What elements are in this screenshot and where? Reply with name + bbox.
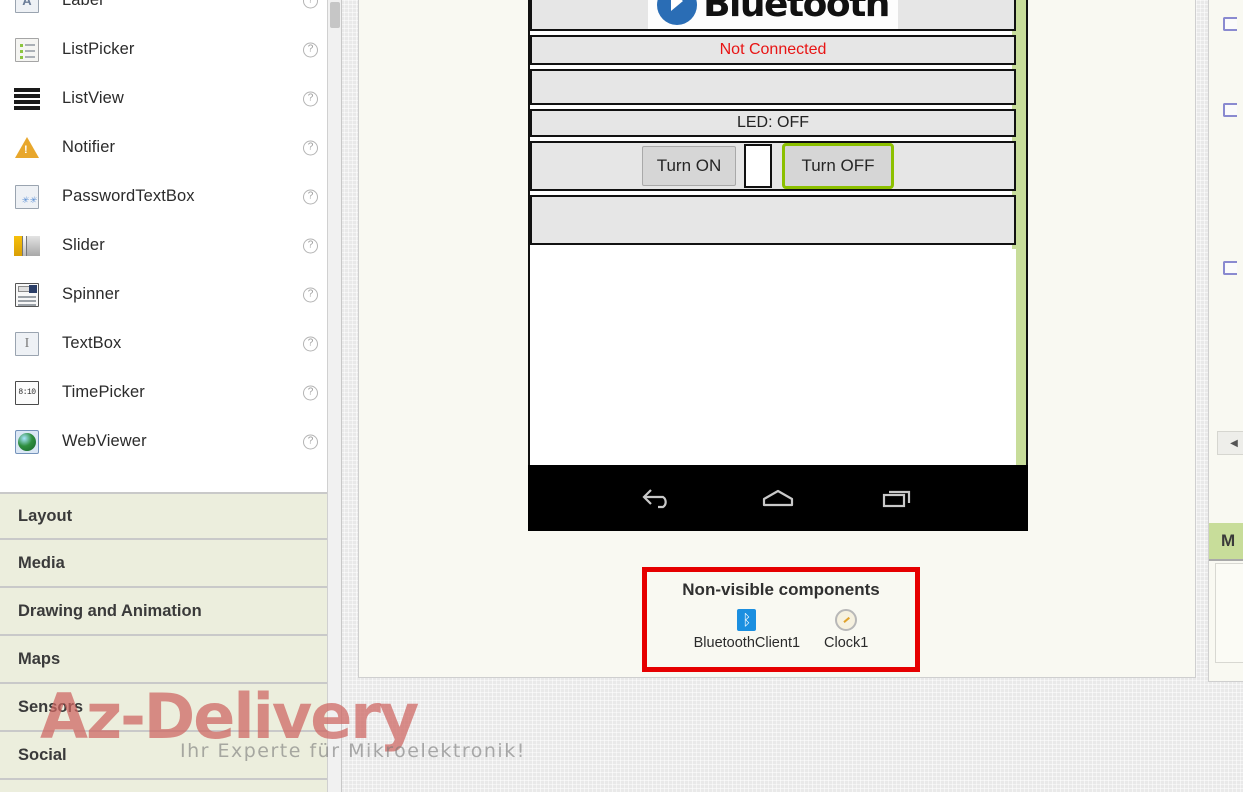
led-status-label[interactable]: LED: OFF <box>530 109 1016 137</box>
component-visibility-checkbox-2[interactable] <box>1223 103 1237 117</box>
palette-item-label-text: Notifier <box>62 138 116 156</box>
help-icon[interactable]: ? <box>303 140 318 155</box>
palette-item-listpicker[interactable]: ListPicker ? <box>0 25 341 74</box>
passwordtextbox-icon: ✳ ✳ <box>14 184 40 210</box>
palette-item-passwordtextbox[interactable]: ✳ ✳ PasswordTextBox ? <box>0 172 341 221</box>
palette-item-label-text: Label <box>62 0 103 9</box>
help-icon[interactable]: ? <box>303 434 318 449</box>
palette-item-label-text: PasswordTextBox <box>62 187 195 205</box>
help-icon[interactable]: ? <box>303 238 318 253</box>
non-visible-items: ᛒ BluetoothClient1 Clock1 <box>647 608 915 651</box>
non-visible-item-label: BluetoothClient1 <box>693 635 801 651</box>
palette-category-media[interactable]: Media <box>0 540 341 588</box>
non-visible-item-clock1[interactable]: Clock1 <box>824 608 868 651</box>
turn-on-button[interactable]: Turn ON <box>642 146 736 186</box>
bluetooth-logo-icon <box>657 0 698 25</box>
palette-item-label-text: WebViewer <box>62 432 147 450</box>
blank-label-2[interactable] <box>530 195 1016 245</box>
image-row[interactable]: Bluetooth <box>530 0 1016 31</box>
palette-item-spinner[interactable]: Spinner ? <box>0 270 341 319</box>
help-icon[interactable]: ? <box>303 336 318 351</box>
turn-off-button[interactable]: Turn OFF <box>782 143 894 189</box>
help-icon[interactable]: ? <box>303 385 318 400</box>
label-icon: A <box>14 0 40 14</box>
button-row-arrangement[interactable]: Turn ON Turn OFF <box>530 141 1016 191</box>
components-panel: ◀ M <box>1208 0 1243 682</box>
android-navigation-bar <box>528 465 1028 531</box>
bluetooth-icon: ᛒ <box>694 608 800 632</box>
palette-item-label-text: Slider <box>62 236 105 254</box>
clock-icon <box>824 608 868 632</box>
textbox-icon: I <box>14 331 40 357</box>
component-visibility-checkbox-3[interactable] <box>1223 261 1237 275</box>
viewer-panel: Bluetooth Not Connected LED: OFF Turn ON… <box>358 0 1196 678</box>
palette-item-timepicker[interactable]: 8:10 TimePicker ? <box>0 368 341 417</box>
home-icon[interactable] <box>760 486 796 510</box>
palette-component-list: A Label ? ListPicker ? ListView ? ! Noti… <box>0 0 341 792</box>
media-panel-list <box>1215 563 1243 663</box>
palette-panel: A Label ? ListPicker ? ListView ? ! Noti… <box>0 0 342 792</box>
help-icon[interactable]: ? <box>303 42 318 57</box>
app-root: A Label ? ListPicker ? ListView ? ! Noti… <box>0 0 1243 792</box>
empty-canvas-area[interactable] <box>530 249 1016 465</box>
non-visible-components-box: Non-visible components ᛒ BluetoothClient… <box>642 567 920 672</box>
phone-screen: Bluetooth Not Connected LED: OFF Turn ON… <box>528 0 1028 465</box>
status-label[interactable]: Not Connected <box>530 35 1016 65</box>
palette-item-label[interactable]: A Label ? <box>0 0 341 25</box>
help-icon[interactable]: ? <box>303 287 318 302</box>
spinner-icon <box>14 282 40 308</box>
spacer-label[interactable] <box>744 144 772 188</box>
palette-category-drawing-and-animation[interactable]: Drawing and Animation <box>0 588 341 636</box>
palette-item-label-text: ListPicker <box>62 40 135 58</box>
non-visible-title: Non-visible components <box>682 580 880 599</box>
palette-scrollbar[interactable] <box>327 0 341 792</box>
bluetooth-logo-image: Bluetooth <box>648 0 898 29</box>
bluetooth-logo-text: Bluetooth <box>703 0 890 25</box>
palette-item-textbox[interactable]: I TextBox ? <box>0 319 341 368</box>
slider-icon <box>14 233 40 259</box>
palette-item-label-text: TimePicker <box>62 383 145 401</box>
palette-item-listview[interactable]: ListView ? <box>0 74 341 123</box>
palette-category-maps[interactable]: Maps <box>0 636 341 684</box>
palette-item-label-text: ListView <box>62 89 124 107</box>
palette-item-label-text: TextBox <box>62 334 122 352</box>
palette-scrollbar-thumb[interactable] <box>330 2 340 28</box>
component-visibility-checkbox-1[interactable] <box>1223 17 1237 31</box>
timepicker-icon: 8:10 <box>14 380 40 406</box>
non-visible-item-bluetoothclient1[interactable]: ᛒ BluetoothClient1 <box>694 608 800 651</box>
back-icon[interactable] <box>641 486 675 510</box>
palette-item-webviewer[interactable]: WebViewer ? <box>0 417 341 466</box>
blank-label-1[interactable] <box>530 69 1016 105</box>
listpicker-icon <box>14 37 40 63</box>
help-icon[interactable]: ? <box>303 189 318 204</box>
palette-item-notifier[interactable]: Notifier ? <box>0 123 341 172</box>
media-panel-header[interactable]: M <box>1209 523 1243 561</box>
help-icon[interactable]: ? <box>303 91 318 106</box>
palette-category-storage[interactable]: St <box>0 780 341 792</box>
palette-item-label-text: Spinner <box>62 285 120 303</box>
help-icon[interactable]: ? <box>303 0 318 8</box>
phone-preview: Bluetooth Not Connected LED: OFF Turn ON… <box>528 0 1028 531</box>
palette-category-social[interactable]: Social <box>0 732 341 780</box>
notifier-icon <box>14 135 40 161</box>
non-visible-item-label: Clock1 <box>824 635 869 651</box>
recents-icon[interactable] <box>881 486 915 510</box>
panel-collapse-button[interactable]: ◀ <box>1217 431 1243 455</box>
vertical-arrangement: Bluetooth Not Connected LED: OFF Turn ON… <box>530 0 1016 465</box>
palette-category-sensors[interactable]: Sensors <box>0 684 341 732</box>
palette-category-layout[interactable]: Layout <box>0 492 341 540</box>
webviewer-icon <box>14 429 40 455</box>
listview-icon <box>14 86 40 112</box>
palette-item-slider[interactable]: Slider ? <box>0 221 341 270</box>
